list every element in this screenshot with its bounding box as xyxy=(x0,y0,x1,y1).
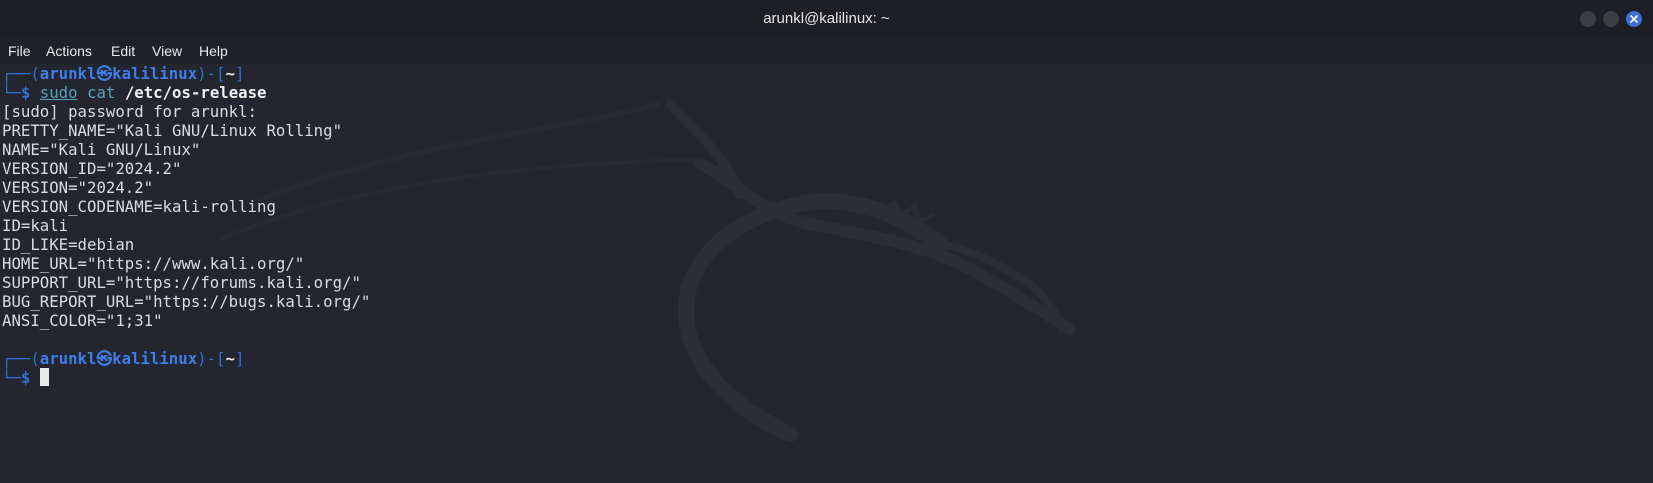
output-line: VERSION_ID="2024.2" xyxy=(2,159,182,178)
command-argument: /etc/os-release xyxy=(124,83,267,102)
menu-view[interactable]: View xyxy=(152,38,182,64)
menu-actions[interactable]: Actions xyxy=(46,38,92,64)
minimize-button[interactable] xyxy=(1580,11,1596,27)
command-line: └─$ sudo cat /etc/os-release xyxy=(2,83,267,102)
output-line: ANSI_COLOR="1;31" xyxy=(2,311,163,330)
menu-help[interactable]: Help xyxy=(199,38,228,64)
menu-bar: File Actions Edit View Help xyxy=(0,38,1653,64)
output-line: [sudo] password for arunkl: xyxy=(2,102,258,121)
command-sudo: sudo xyxy=(39,83,78,102)
text-cursor xyxy=(39,368,49,386)
output-line: VERSION_CODENAME=kali-rolling xyxy=(2,197,276,216)
output-line: ID=kali xyxy=(2,216,69,235)
prompt-line-1: ┌──(arunkl㉿kalilinux)-[~] xyxy=(2,64,245,83)
input-line[interactable]: └─$ xyxy=(2,368,49,388)
output-line: ID_LIKE=debian xyxy=(2,235,135,254)
output-line: HOME_URL="https://www.kali.org/" xyxy=(2,254,305,273)
menu-file[interactable]: File xyxy=(8,38,31,64)
output-line: SUPPORT_URL="https://forums.kali.org/" xyxy=(2,273,361,292)
close-icon xyxy=(1630,15,1638,23)
prompt-line-2: ┌──(arunkl㉿kalilinux)-[~] xyxy=(2,349,245,368)
output-line: PRETTY_NAME="Kali GNU/Linux Rolling" xyxy=(2,121,343,140)
output-line: VERSION="2024.2" xyxy=(2,178,154,197)
scrollbar[interactable] xyxy=(1645,64,1653,483)
window-title: arunkl@kalilinux: ~ xyxy=(763,10,890,27)
output-line: NAME="Kali GNU/Linux" xyxy=(2,140,201,159)
output-line: BUG_REPORT_URL="https://bugs.kali.org/" xyxy=(2,292,371,311)
title-bar[interactable]: arunkl@kalilinux: ~ xyxy=(0,0,1653,38)
maximize-button[interactable] xyxy=(1603,11,1619,27)
terminal-area[interactable]: ┌──(arunkl㉿kalilinux)-[~] └─$ sudo cat /… xyxy=(0,64,1645,483)
terminal-window: arunkl@kalilinux: ~ File Actions Edit Vi… xyxy=(0,0,1653,483)
menu-edit[interactable]: Edit xyxy=(111,38,135,64)
command-cat: cat xyxy=(87,83,116,102)
close-button[interactable] xyxy=(1626,11,1642,27)
